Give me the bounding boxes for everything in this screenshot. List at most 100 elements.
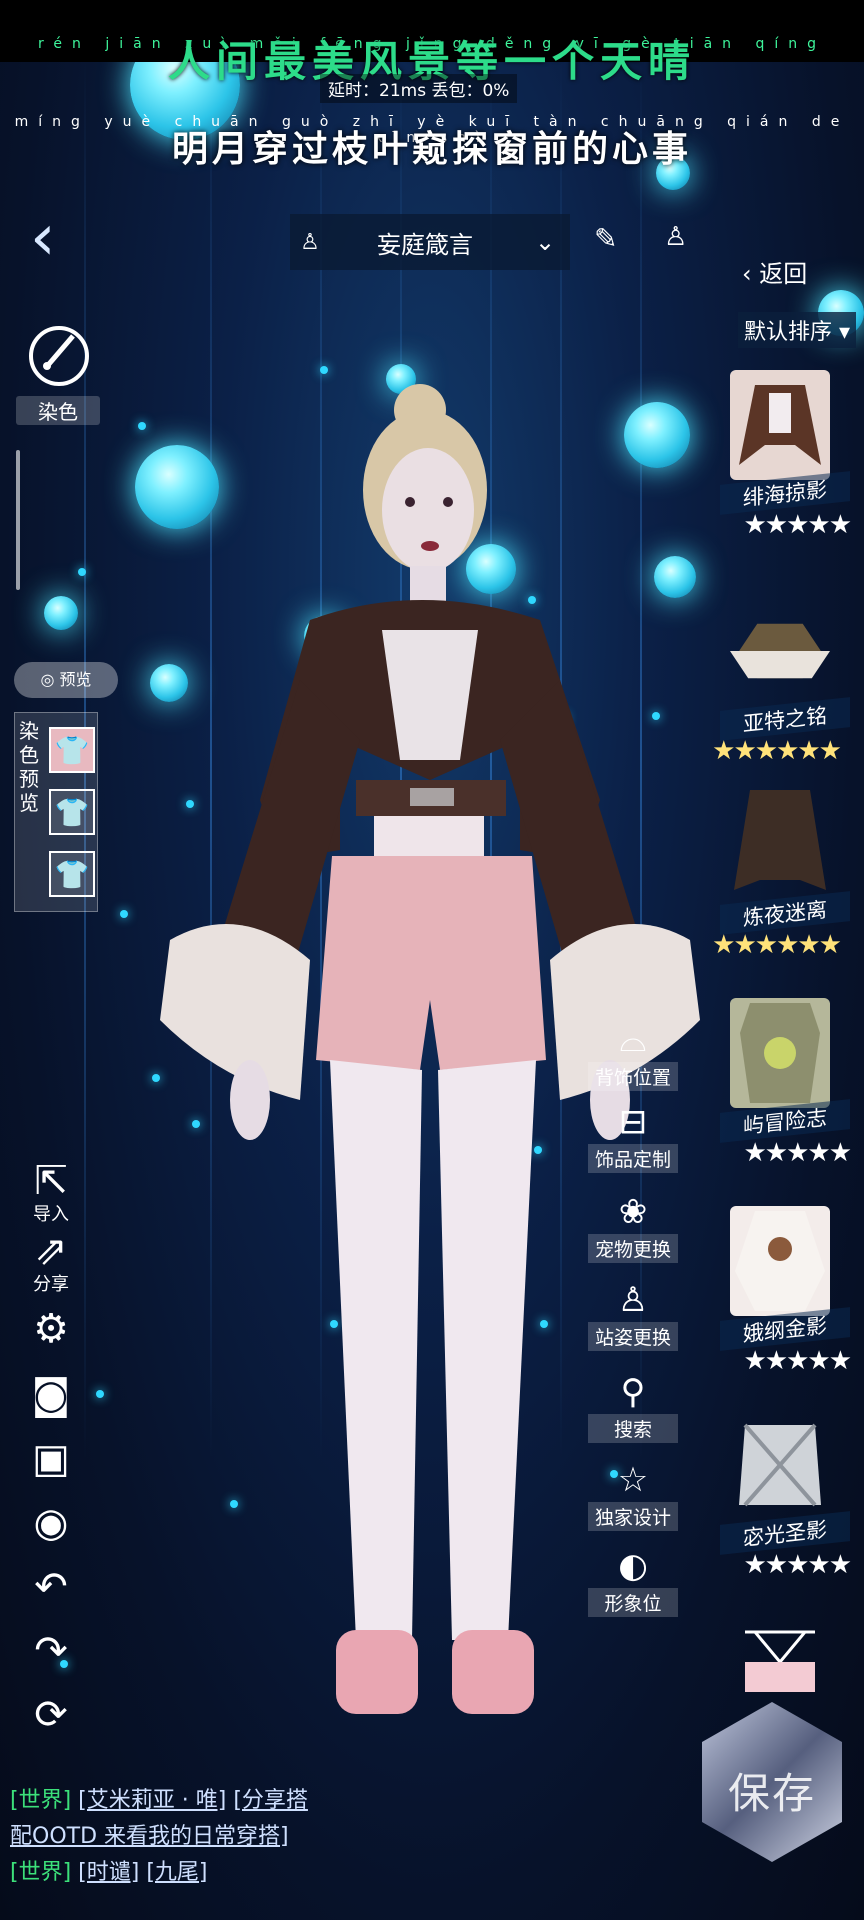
side-menu-label: 独家设计 <box>588 1502 678 1531</box>
import-label: 导入 <box>33 1204 69 1225</box>
dye-button[interactable] <box>24 326 94 390</box>
glow-orb <box>44 596 78 630</box>
shirt-icon: 👕 <box>54 857 90 891</box>
chat-user[interactable]: [时谴] <box>78 1860 139 1885</box>
glow-dot <box>152 1074 160 1082</box>
redo-button[interactable]: ↷ <box>26 1628 76 1674</box>
share-icon: ⇗ <box>34 1228 68 1274</box>
item-thumbnail <box>730 1410 830 1520</box>
settings-button[interactable]: ⚙ <box>26 1306 76 1352</box>
dye-preview-panel: 染色预览 👕 👕 👕 <box>14 712 98 912</box>
star-rating: ★★★★★★ <box>712 930 842 960</box>
dye-preview-label: 染色预览 <box>19 719 39 815</box>
gallery-button[interactable]: ▣ <box>26 1436 76 1482</box>
chat-line[interactable]: 配OOTD 来看我的日常穿搭] <box>10 1818 289 1850</box>
network-status: 延时：21ms 丢包：0% <box>320 74 518 103</box>
reset-button[interactable]: ⟳ <box>26 1692 76 1738</box>
dye-swatch-white[interactable]: 👕 <box>49 789 95 835</box>
return-button[interactable]: ‹ 返回 <box>742 254 807 289</box>
star-rating: ★★★★★★ <box>712 736 842 766</box>
back-chevron-button[interactable]: ‹ <box>30 206 90 270</box>
person-icon: ♙ <box>617 1280 649 1320</box>
sort-dropdown[interactable]: 默认排序 ▾ <box>738 312 857 348</box>
hide-ui-button[interactable]: ◉ <box>26 1500 76 1546</box>
star-rating: ★★★★★ <box>743 1346 852 1376</box>
save-button[interactable]: 保存 <box>702 1702 842 1862</box>
accessory-custom-button[interactable]: ⊟ 饰品定制 <box>588 1102 678 1173</box>
share-label: 分享 <box>33 1274 69 1295</box>
item-card[interactable]: 亚特之铭 ★★★★★★ <box>700 596 850 786</box>
dye-label: 染色 <box>16 396 100 425</box>
shirt-icon: 👕 <box>54 733 90 767</box>
lyric-line2: 明月穿过枝叶窥探窗前的心事 <box>171 128 692 170</box>
dye-swatch-white-2[interactable]: 👕 <box>49 851 95 897</box>
search-icon: ⚲ <box>620 1372 646 1412</box>
pose-change-button[interactable]: ♙ 站姿更换 <box>588 1280 678 1351</box>
item-card[interactable]: 屿冒险志 ★★★★★ <box>700 998 852 1188</box>
side-menu-label: 站姿更换 <box>588 1322 678 1351</box>
dress-icon: ♙ <box>300 229 320 255</box>
item-thumbnail <box>730 1206 830 1316</box>
glow-dot <box>120 910 128 918</box>
share-button[interactable]: ⇗ 分享 <box>26 1228 76 1296</box>
chat-user[interactable]: [九尾] <box>146 1860 207 1885</box>
star-rating: ★★★★★ <box>743 1138 852 1168</box>
scroll-indicator[interactable] <box>16 450 20 590</box>
import-button[interactable]: ⇱ 导入 <box>26 1158 76 1226</box>
paw-icon: ❀ <box>618 1192 648 1232</box>
side-menu-label: 形象位 <box>588 1588 678 1617</box>
chat-user[interactable]: [艾米莉亚 · 唯] <box>78 1788 226 1813</box>
item-thumbnail <box>730 596 830 706</box>
hanger-icon: ⌓ <box>619 1020 647 1060</box>
preview-toggle[interactable]: ◎ 预览 <box>14 662 118 698</box>
camera-button[interactable]: ◙ <box>26 1372 76 1418</box>
glow-dot <box>78 568 86 576</box>
item-card[interactable]: 宓光圣影 ★★★★★ <box>700 1410 852 1600</box>
back-accessory-position-button[interactable]: ⌓ 背饰位置 <box>588 1020 678 1091</box>
dye-swatch-pink[interactable]: 👕 <box>49 727 95 773</box>
return-label: 返回 <box>759 260 808 288</box>
chat-line[interactable]: [世界] [艾米莉亚 · 唯] [分享搭 <box>10 1782 308 1814</box>
import-icon: ⇱ <box>34 1158 68 1204</box>
search-button[interactable]: ⚲ 搜索 <box>588 1372 678 1443</box>
shirt-icon: 👕 <box>54 795 90 829</box>
gear-icon: ⚙ <box>33 1306 69 1352</box>
glow-dot <box>138 422 146 430</box>
star-rating: ★★★★★ <box>743 1550 852 1580</box>
side-menu-label: 饰品定制 <box>588 1144 678 1173</box>
pet-change-button[interactable]: ❀ 宠物更换 <box>588 1192 678 1263</box>
outfit-name-bar[interactable]: ♙ 妄庭箴言 ⌄ <box>290 214 570 270</box>
glow-dot <box>320 366 328 374</box>
item-thumbnail <box>730 1622 830 1692</box>
pencil-icon[interactable]: ✎ <box>594 222 617 255</box>
dress-outline-icon[interactable]: ♙ <box>664 222 687 252</box>
chat-link[interactable]: 配OOTD 来看我的日常穿搭] <box>10 1824 289 1849</box>
chat-link[interactable]: [分享搭 <box>233 1788 308 1813</box>
glow-dot <box>96 1390 104 1398</box>
preview-toggle-label: 预览 <box>59 670 92 689</box>
star-rating: ★★★★★ <box>743 510 852 540</box>
redo-icon: ↷ <box>34 1628 68 1674</box>
side-menu-label: 宠物更换 <box>588 1234 678 1263</box>
chat-channel: [世界] <box>10 1788 72 1813</box>
caret-down-icon: ▾ <box>839 320 851 345</box>
exclusive-design-button[interactable]: ☆ 独家设计 <box>588 1460 678 1531</box>
undo-icon: ↶ <box>34 1564 68 1610</box>
side-menu-label: 背饰位置 <box>588 1062 678 1091</box>
item-card-partial[interactable] <box>700 1622 850 1692</box>
chat-line[interactable]: [世界] [时谴] [九尾] <box>10 1854 208 1886</box>
image-slot-button[interactable]: ◐ 形象位 <box>588 1546 678 1617</box>
eye-icon: ◎ <box>40 670 60 689</box>
palette-icon <box>29 326 89 386</box>
item-thumbnail <box>730 370 830 480</box>
chevron-down-icon[interactable]: ⌄ <box>520 228 570 256</box>
item-card[interactable]: 炼夜迷离 ★★★★★★ <box>700 790 850 980</box>
reset-icon: ⟳ <box>34 1692 68 1738</box>
undo-button[interactable]: ↶ <box>26 1564 76 1610</box>
item-card[interactable]: 绯海掠影 ★★★★★ <box>700 370 852 560</box>
star-icon: ☆ <box>617 1460 649 1500</box>
camera-icon: ◙ <box>31 1372 71 1418</box>
item-thumbnail <box>730 790 830 900</box>
item-card[interactable]: 娥纲金影 ★★★★★ <box>700 1206 852 1396</box>
sort-label: 默认排序 <box>744 320 833 345</box>
